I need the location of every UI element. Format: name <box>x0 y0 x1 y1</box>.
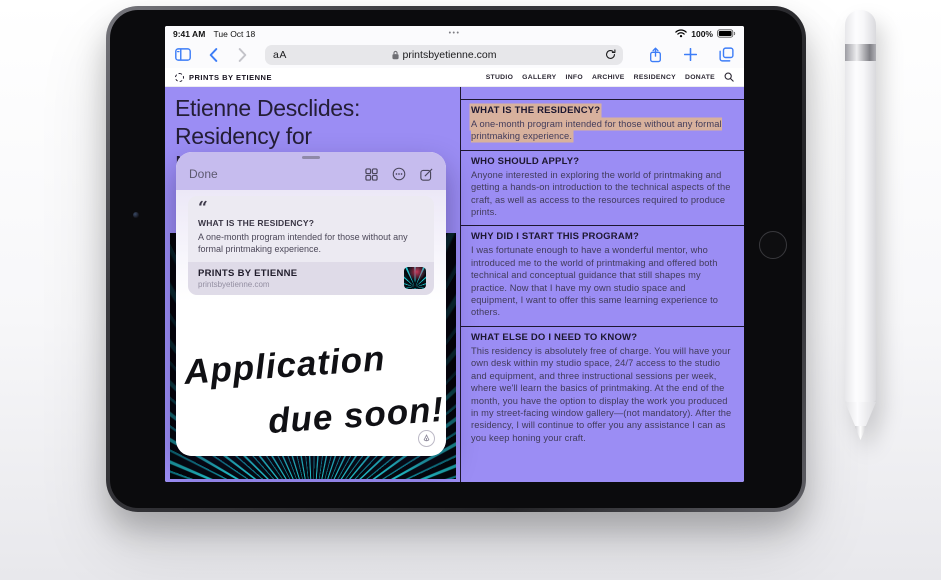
wifi-icon <box>675 29 687 38</box>
reader-button[interactable]: aA <box>273 49 287 61</box>
link-thumbnail <box>404 267 426 289</box>
section-body: Anyone interested in exploring the world… <box>471 169 734 219</box>
link-preview[interactable]: PRINTS BY ETIENNE printsbyetienne.com <box>188 262 434 295</box>
back-icon[interactable] <box>209 48 218 62</box>
nav-item-residency[interactable]: RESIDENCY <box>634 74 676 81</box>
product-shot: 9:41 AM Tue Oct 18 ••• 100% <box>0 0 941 580</box>
handwriting-area[interactable]: Application due soon! <box>176 320 446 456</box>
pencil-mode-icon[interactable] <box>418 430 435 447</box>
note-header: Done <box>176 152 446 190</box>
pencil-body <box>845 10 876 402</box>
url-text: printsbyetienne.com <box>403 49 497 61</box>
nav-item-gallery[interactable]: GALLERY <box>522 74 556 81</box>
lock-icon <box>392 50 400 60</box>
share-icon[interactable] <box>649 47 662 63</box>
quick-note-overlay: Done “ <box>176 152 446 456</box>
battery-percent: 100% <box>691 29 713 39</box>
link-domain: printsbyetienne.com <box>198 280 297 289</box>
address-bar[interactable]: aA printsbyetienne.com <box>265 45 623 65</box>
done-button[interactable]: Done <box>189 167 218 181</box>
safari-toolbar: aA printsbyetienne.com <box>165 41 744 68</box>
section-body: I was fortunate enough to have a wonderf… <box>471 244 734 318</box>
quote-body: A one-month program intended for those w… <box>198 231 424 255</box>
quoted-link-card[interactable]: “ WHAT IS THE RESIDENCY? A one-month pro… <box>188 196 434 262</box>
nav-item-info[interactable]: INFO <box>566 74 583 81</box>
more-options-icon[interactable] <box>392 167 406 181</box>
section-body: This residency is absolutely free of cha… <box>471 345 734 444</box>
quote-title: WHAT IS THE RESIDENCY? <box>198 218 424 228</box>
nav-item-studio[interactable]: STUDIO <box>486 74 513 81</box>
forward-icon[interactable] <box>238 48 247 62</box>
refresh-icon[interactable] <box>605 49 616 60</box>
apple-pencil <box>845 10 876 440</box>
handwriting-line: Application <box>183 339 387 393</box>
section-title: WHO SHOULD APPLY? <box>471 156 734 167</box>
stamp-circle-icon <box>175 73 184 82</box>
search-icon[interactable] <box>724 72 734 82</box>
section-why-start-program: WHY DID I START THIS PROGRAM? I was fort… <box>461 225 744 325</box>
battery-icon <box>717 29 736 38</box>
pencil-taper <box>845 402 876 427</box>
highlighted-text: A one-month program intended for those w… <box>471 119 722 141</box>
pencil-silver-band <box>845 44 876 61</box>
pencil-tip <box>855 426 867 440</box>
quote-icon: “ <box>198 202 424 214</box>
section-who-should-apply: WHO SHOULD APPLY? Anyone interested in e… <box>461 150 744 226</box>
compose-note-icon[interactable] <box>420 168 433 181</box>
section-title: WHAT IS THE RESIDENCY? <box>471 105 600 116</box>
status-date: Tue Oct 18 <box>214 29 256 39</box>
section-title: WHAT ELSE DO I NEED TO KNOW? <box>471 332 734 343</box>
drag-handle[interactable] <box>302 156 320 159</box>
nav-item-archive[interactable]: ARCHIVE <box>592 74 625 81</box>
notes-grid-icon[interactable] <box>365 168 378 181</box>
tabs-icon[interactable] <box>719 47 734 62</box>
site-nav: PRINTS BY ETIENNE STUDIO GALLERY INFO AR… <box>165 68 744 87</box>
section-what-is-residency: WHAT IS THE RESIDENCY? A one-month progr… <box>461 99 744 150</box>
front-camera <box>133 212 139 218</box>
ipad-device: 9:41 AM Tue Oct 18 ••• 100% <box>106 6 806 512</box>
new-tab-icon[interactable] <box>684 48 697 61</box>
note-body: “ WHAT IS THE RESIDENCY? A one-month pro… <box>176 190 446 456</box>
section-what-else-to-know: WHAT ELSE DO I NEED TO KNOW? This reside… <box>461 326 744 451</box>
site-logo-link[interactable]: PRINTS BY ETIENNE <box>175 73 272 82</box>
nav-item-donate[interactable]: DONATE <box>685 74 715 81</box>
home-button[interactable] <box>759 231 787 259</box>
status-time: 9:41 AM <box>173 29 205 39</box>
sidebar-toggle-icon[interactable] <box>175 48 191 61</box>
right-column: WHAT IS THE RESIDENCY? A one-month progr… <box>461 87 744 482</box>
brand-name: PRINTS BY ETIENNE <box>189 73 272 82</box>
multitask-dots-icon: ••• <box>449 30 461 37</box>
ipad-screen: 9:41 AM Tue Oct 18 ••• 100% <box>165 26 744 482</box>
section-title: WHY DID I START THIS PROGRAM? <box>471 231 734 242</box>
link-title: PRINTS BY ETIENNE <box>198 268 297 279</box>
status-bar: 9:41 AM Tue Oct 18 ••• 100% <box>165 26 744 41</box>
